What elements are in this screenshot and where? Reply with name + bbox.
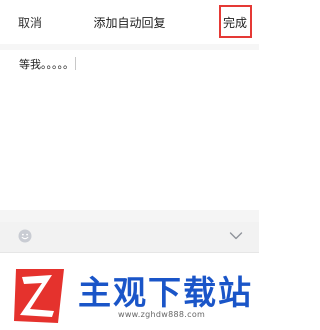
- cancel-button[interactable]: 取消: [18, 14, 42, 31]
- watermark-logo-icon: [14, 269, 64, 323]
- watermark-url: www.zghdw888.com: [118, 310, 206, 319]
- chevron-down-icon[interactable]: [229, 231, 243, 241]
- spacer-band: [0, 210, 259, 222]
- reply-text-content: 等我。。。。。: [19, 56, 76, 72]
- input-toolbar: [0, 222, 259, 253]
- emoji-icon[interactable]: [18, 229, 32, 243]
- done-button[interactable]: 完成: [223, 14, 247, 31]
- watermark-title: 主观下载站: [78, 273, 253, 312]
- top-nav-bar: 取消 添加自动回复 完成: [0, 0, 259, 44]
- reply-text-area[interactable]: 等我。。。。。: [0, 50, 259, 210]
- reply-text-value: 等我。。。。。: [19, 58, 74, 71]
- text-caret: [75, 57, 76, 70]
